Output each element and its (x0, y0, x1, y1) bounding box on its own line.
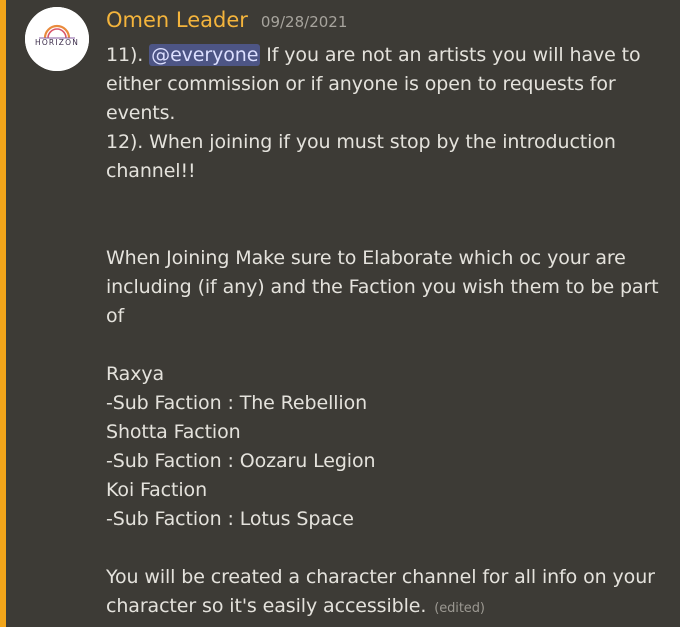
message-timestamp: 09/28/2021 (260, 13, 348, 31)
message-line: events. (106, 102, 176, 124)
message-line: either commission or if anyone is open t… (106, 73, 616, 95)
edited-indicator: (edited) (434, 601, 485, 616)
message-line: You will be created a character channel … (106, 566, 655, 588)
rule-number: 11). (106, 44, 150, 66)
message-line: including (if any) and the Faction you w… (106, 276, 659, 298)
sub-faction: -Sub Faction : Oozaru Legion (106, 450, 376, 472)
chat-message: HORIZON Omen Leader 09/28/2021 11). @eve… (6, 0, 680, 627)
avatar[interactable]: HORIZON (25, 7, 89, 71)
everyone-mention[interactable]: @everyone (149, 44, 261, 66)
faction-name: Shotta Faction (106, 421, 241, 443)
faction-name: Raxya (106, 363, 165, 385)
message-header: Omen Leader 09/28/2021 (106, 8, 347, 36)
sub-faction: -Sub Faction : Lotus Space (106, 508, 354, 530)
message-line: 11). @everyone If you are not an artists… (106, 41, 676, 70)
faction-name: Koi Faction (106, 479, 208, 501)
message-line: 12). When joining if you must stop by th… (106, 131, 616, 153)
horizon-logo-icon: HORIZON (25, 7, 89, 71)
message-line: character so it's easily accessible. (ed… (106, 592, 676, 621)
message-line: channel!! (106, 160, 196, 182)
sub-faction: -Sub Faction : The Rebellion (106, 392, 368, 414)
message-text: character so it's easily accessible. (106, 595, 427, 617)
message-content: 11). @everyone If you are not an artists… (106, 41, 676, 621)
avatar-logo-text: HORIZON (35, 38, 79, 47)
message-text: If you are not an artists you will have … (260, 44, 641, 66)
message-line: When Joining Make sure to Elaborate whic… (106, 247, 626, 269)
author-name[interactable]: Omen Leader (106, 8, 248, 32)
message-line: of (106, 305, 125, 327)
